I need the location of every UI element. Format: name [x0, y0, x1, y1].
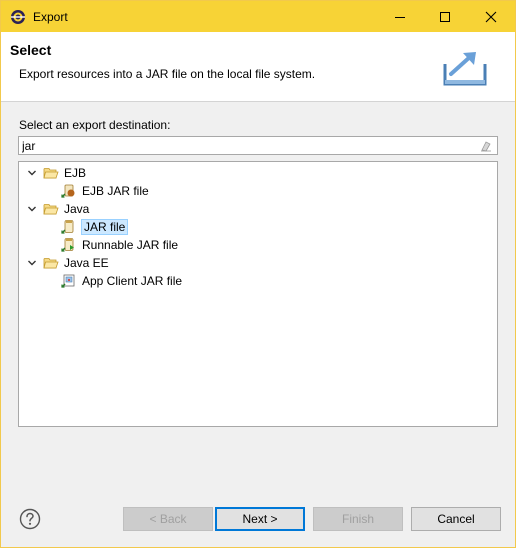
app-client-icon	[61, 273, 77, 289]
runnable-jar-icon	[61, 237, 77, 253]
chevron-down-icon[interactable]	[25, 166, 39, 180]
close-button[interactable]	[468, 1, 514, 32]
cancel-button[interactable]: Cancel	[411, 507, 501, 531]
export-dialog: Export Select Export resources into a JA…	[0, 0, 516, 548]
destination-tree[interactable]: EJB EJB JAR file Java JAR file Runnable …	[18, 161, 498, 427]
tree-node-app-client-jar-file[interactable]: App Client JAR file	[61, 272, 183, 290]
chevron-down-icon[interactable]	[25, 256, 39, 270]
back-button[interactable]: < Back	[123, 507, 213, 531]
page-description: Export resources into a JAR file on the …	[19, 67, 316, 81]
finish-button[interactable]: Finish	[313, 507, 403, 531]
folder-open-icon	[43, 201, 59, 217]
tree-item-label: JAR file	[81, 219, 129, 235]
tree-item-label: Runnable JAR file	[82, 238, 179, 252]
filter-input[interactable]	[22, 138, 472, 153]
tree-node-java-ee[interactable]: Java EE	[25, 254, 110, 272]
eclipse-app-icon	[10, 9, 26, 25]
tree-node-java[interactable]: Java	[25, 200, 90, 218]
export-wizard-icon	[441, 46, 489, 88]
tree-item-label: App Client JAR file	[82, 274, 183, 288]
tree-node-ejb[interactable]: EJB	[25, 164, 87, 182]
tree-item-label: EJB JAR file	[82, 184, 149, 198]
clear-filter-icon[interactable]	[479, 139, 493, 153]
filter-field[interactable]	[18, 136, 498, 155]
help-icon[interactable]	[19, 508, 41, 530]
jar-file-icon	[61, 219, 77, 235]
maximize-button[interactable]	[422, 1, 468, 32]
tree-node-jar-file[interactable]: JAR file	[61, 218, 129, 236]
title-bar[interactable]: Export	[1, 1, 515, 32]
chevron-down-icon[interactable]	[25, 202, 39, 216]
tree-item-label: EJB	[64, 166, 87, 180]
tree-item-label: Java	[64, 202, 90, 216]
folder-open-icon	[43, 165, 59, 181]
next-button[interactable]: Next >	[215, 507, 305, 531]
tree-node-runnable-jar-file[interactable]: Runnable JAR file	[61, 236, 179, 254]
tree-item-label: Java EE	[64, 256, 109, 270]
minimize-button[interactable]	[377, 1, 423, 32]
page-title: Select	[10, 42, 52, 58]
wizard-banner: Select Export resources into a JAR file …	[1, 32, 515, 102]
destination-label: Select an export destination:	[19, 118, 171, 132]
tree-node-ejb-jar-file[interactable]: EJB JAR file	[61, 182, 150, 200]
window-title: Export	[33, 10, 68, 24]
folder-open-icon	[43, 255, 59, 271]
ejb-jar-icon	[61, 183, 77, 199]
